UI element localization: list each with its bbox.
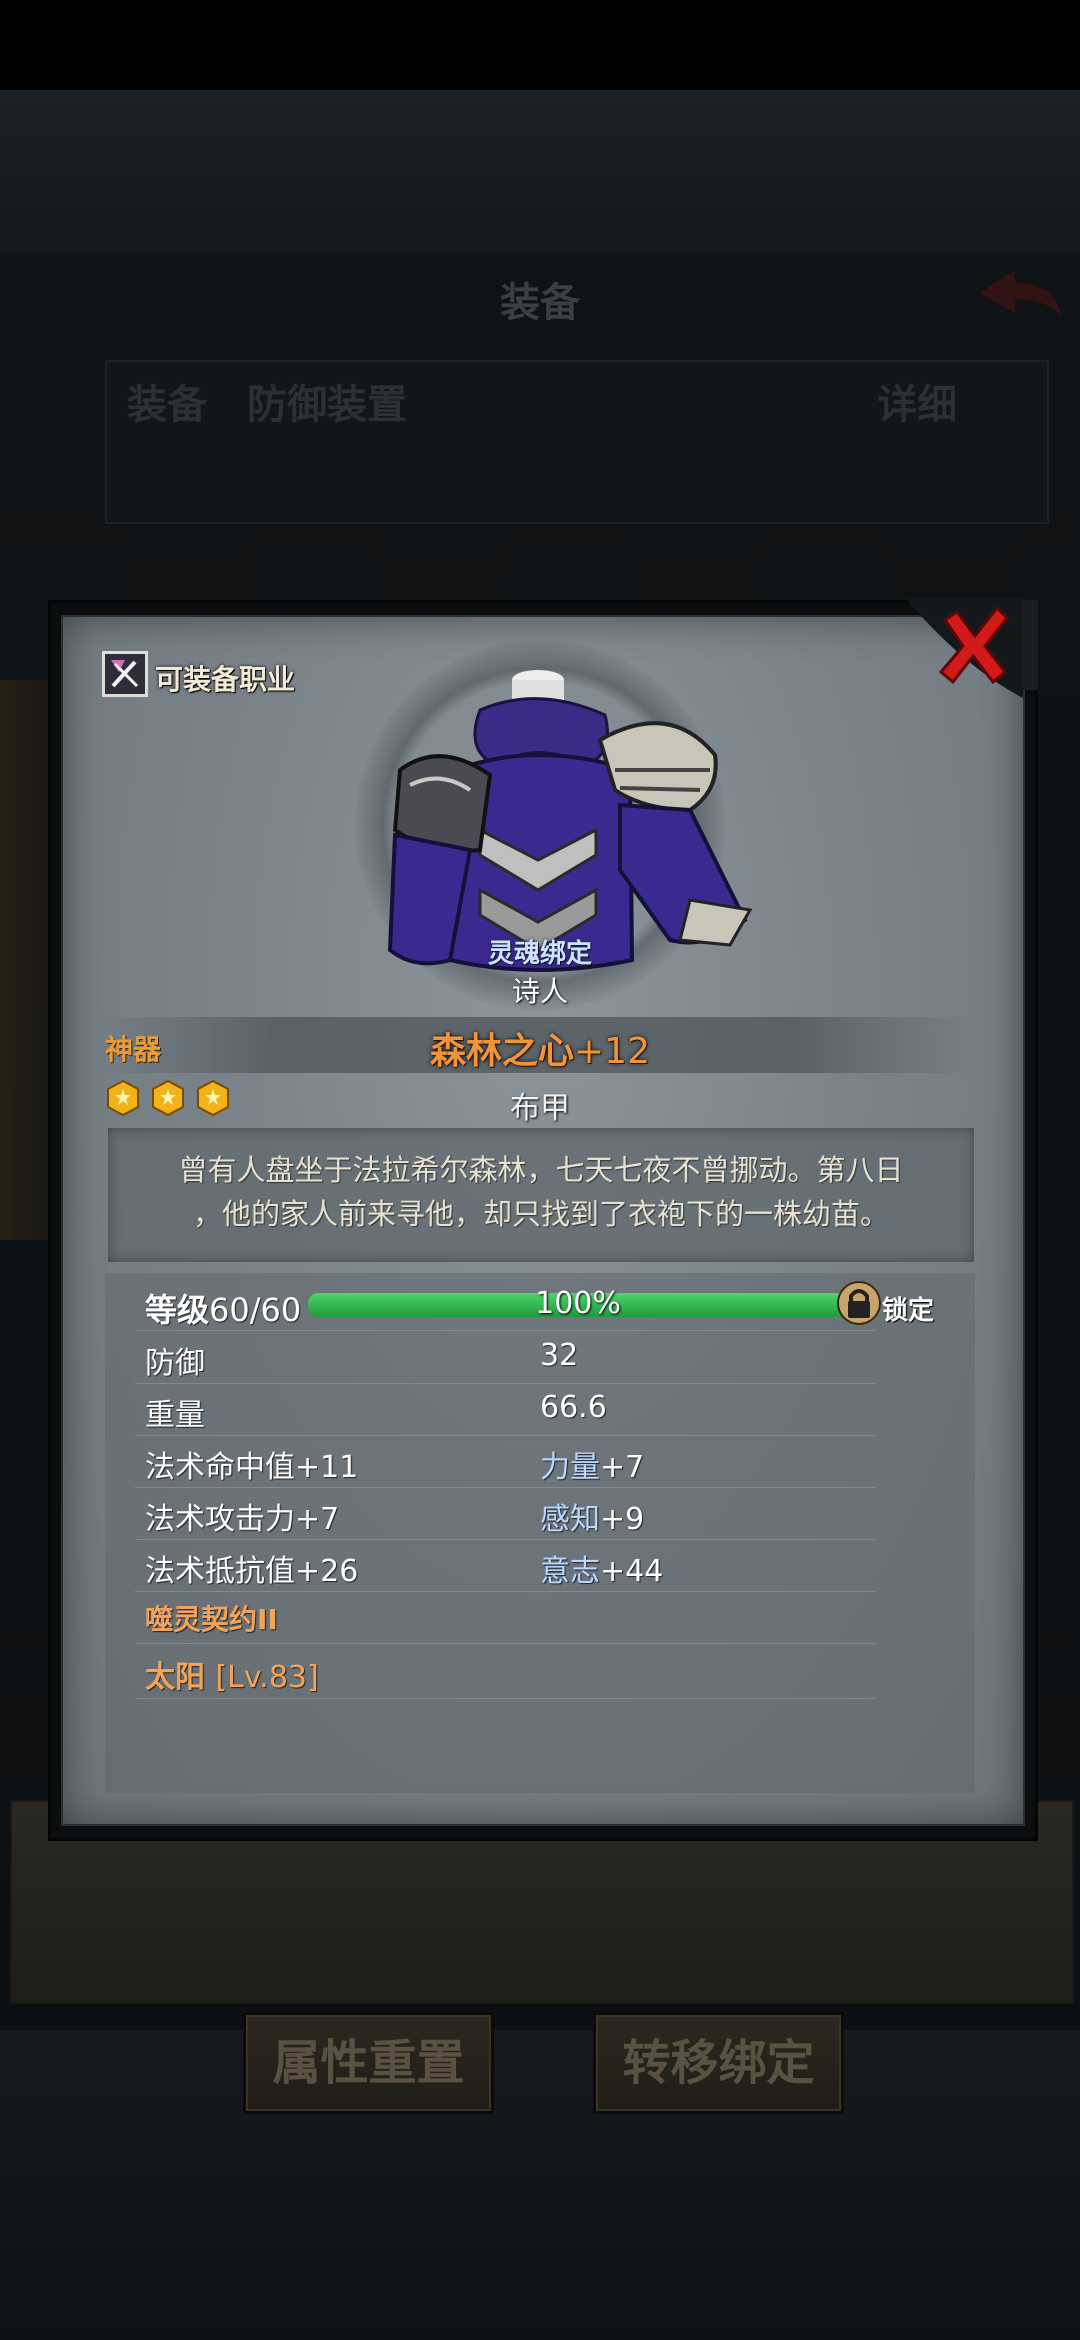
lock-icon[interactable] bbox=[836, 1280, 882, 1326]
strength-value: +7 bbox=[600, 1450, 645, 1485]
strength-stat: 力量+7 bbox=[540, 1442, 644, 1486]
item-name: 森林之心+12 bbox=[0, 1022, 1080, 1074]
perception-stat: 感知+9 bbox=[540, 1494, 644, 1538]
stat-divider bbox=[135, 1435, 875, 1436]
stat-divider bbox=[135, 1487, 875, 1488]
stat-divider bbox=[135, 1383, 875, 1384]
perception-label: 感知 bbox=[540, 1502, 600, 1537]
defense-label: 防御 bbox=[145, 1346, 205, 1381]
stat-divider bbox=[135, 1330, 875, 1331]
willpower-label: 意志 bbox=[540, 1554, 600, 1589]
reset-attributes-button[interactable]: 属性重置 bbox=[243, 2012, 494, 2114]
perception-value: +9 bbox=[600, 1502, 645, 1537]
class-axe-icon[interactable] bbox=[102, 651, 148, 697]
spell-attack-stat: 法术攻击力+7 bbox=[145, 1494, 339, 1538]
spell-attack-value: +7 bbox=[295, 1502, 340, 1537]
close-icon[interactable] bbox=[905, 598, 1023, 698]
level-progress-text: 100% bbox=[535, 1286, 621, 1321]
background-row: 装备 防御装置 详细 bbox=[105, 360, 1049, 524]
spell-attack-label: 法术攻击力 bbox=[145, 1502, 295, 1537]
willpower-stat: 意志+44 bbox=[540, 1546, 663, 1590]
rune-level: [Lv.83] bbox=[215, 1660, 319, 1695]
background-row-right: 详细 bbox=[877, 382, 957, 428]
rune-name: 太阳 bbox=[145, 1660, 205, 1695]
strength-label: 力量 bbox=[540, 1450, 600, 1485]
stat-divider bbox=[135, 1698, 875, 1699]
description-line-2: ，他的家人前来寻他，却只找到了衣袍下的一株幼苗。 bbox=[192, 1197, 889, 1231]
level-value: 60/60 bbox=[209, 1291, 302, 1329]
background-row-left: 装备 bbox=[127, 382, 207, 428]
item-enhance-level: +12 bbox=[574, 1031, 650, 1072]
description-line-1: 曾有人盘坐于法拉希尔森林，七天七夜不曾挪动。第八日 bbox=[178, 1153, 904, 1187]
weight-label: 重量 bbox=[145, 1398, 205, 1433]
level-label: 等级60/60 bbox=[145, 1285, 301, 1331]
background-title: 装备 bbox=[500, 280, 580, 326]
background-bottom bbox=[0, 2030, 1080, 2340]
spell-hit-value: +11 bbox=[295, 1450, 359, 1485]
spell-resist-label: 法术抵抗值 bbox=[145, 1554, 295, 1589]
transfer-binding-button[interactable]: 转移绑定 bbox=[593, 2012, 844, 2114]
axe-icon bbox=[111, 660, 139, 688]
stat-divider bbox=[135, 1643, 875, 1644]
soulbound-label: 灵魂绑定 bbox=[487, 939, 592, 969]
defense-value: 32 bbox=[540, 1338, 579, 1373]
stat-divider bbox=[135, 1539, 875, 1540]
weight-value: 66.6 bbox=[540, 1390, 607, 1425]
rune-entry: 太阳 [Lv.83] bbox=[145, 1652, 319, 1696]
willpower-value: +44 bbox=[600, 1554, 664, 1589]
spell-hit-label: 法术命中值 bbox=[145, 1450, 295, 1485]
spell-hit-stat: 法术命中值+11 bbox=[145, 1442, 358, 1486]
equippable-class-label[interactable]: 可装备职业 bbox=[155, 658, 295, 698]
level-label-text: 等级 bbox=[145, 1291, 210, 1329]
item-type: 布甲 bbox=[510, 1091, 570, 1126]
spell-resist-value: +26 bbox=[295, 1554, 359, 1589]
class-name: 诗人 bbox=[511, 975, 568, 1008]
lock-label[interactable]: 锁定 bbox=[882, 1290, 934, 1327]
item-name-text: 森林之心 bbox=[430, 1031, 575, 1072]
special-effect: 噬灵契约II bbox=[145, 1603, 278, 1636]
background-row-mid: 防御装置 bbox=[247, 382, 407, 428]
stat-divider bbox=[135, 1591, 875, 1592]
back-arrow-icon[interactable] bbox=[975, 265, 1065, 325]
item-description: 曾有人盘坐于法拉希尔森林，七天七夜不曾挪动。第八日 ，他的家人前来寻他，却只找到… bbox=[108, 1148, 974, 1236]
top-band bbox=[0, 90, 1080, 257]
spell-resist-stat: 法术抵抗值+26 bbox=[145, 1546, 358, 1590]
